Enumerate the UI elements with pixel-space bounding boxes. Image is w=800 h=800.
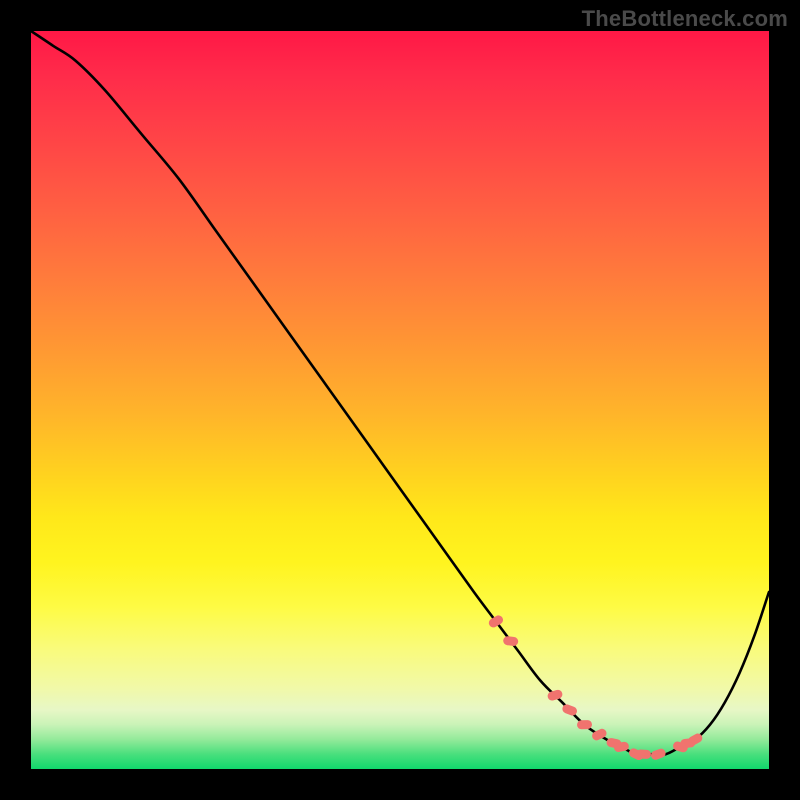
chart-frame: TheBottleneck.com xyxy=(0,0,800,800)
optimal-marker xyxy=(487,614,504,629)
optimal-marker xyxy=(636,749,651,759)
watermark-label: TheBottleneck.com xyxy=(582,6,788,32)
bottleneck-curve xyxy=(31,31,769,755)
optimal-marker xyxy=(650,747,667,761)
optimal-marker xyxy=(577,720,592,730)
optimal-marker-group xyxy=(487,614,704,762)
bottleneck-curve-svg xyxy=(31,31,769,769)
plot-area xyxy=(31,31,769,769)
optimal-marker xyxy=(503,636,519,647)
